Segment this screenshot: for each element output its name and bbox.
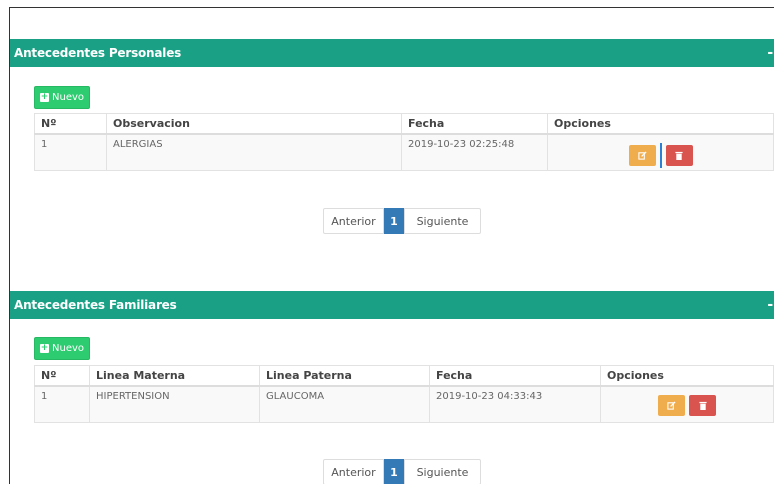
page-1-button[interactable]: 1: [384, 208, 404, 234]
plus-icon: +: [40, 92, 49, 102]
cell-actions: [547, 133, 774, 171]
cell-number: 1: [34, 385, 90, 423]
column-header[interactable]: Opciones: [600, 365, 774, 387]
edit-icon: [667, 400, 676, 410]
column-header[interactable]: Fecha: [429, 365, 601, 387]
prev-page-button[interactable]: Anterior: [323, 208, 384, 234]
edit-button[interactable]: [628, 144, 656, 166]
collapse-button[interactable]: -: [767, 39, 773, 67]
cell-paterna: GLAUCOMA: [259, 385, 430, 423]
column-header[interactable]: Linea Paterna: [259, 365, 430, 387]
panel-header-familiares[interactable]: Antecedentes Familiares -: [10, 291, 774, 319]
focus-indicator: [659, 142, 662, 168]
new-familiar-button[interactable]: + Nuevo: [34, 337, 91, 360]
plus-icon: +: [40, 343, 49, 353]
prev-page-button[interactable]: Anterior: [323, 459, 384, 484]
cell-number: 1: [34, 133, 107, 171]
panel-header-personales[interactable]: Antecedentes Personales -: [10, 39, 774, 67]
edit-button[interactable]: [658, 394, 685, 416]
personales-table: Nº Observacion Fecha Opciones 1 ALERGIAS…: [34, 113, 774, 171]
familiares-table: Nº Linea Materna Linea Paterna Fecha Opc…: [34, 365, 774, 423]
panel-title: Antecedentes Personales: [14, 46, 182, 60]
trash-icon: [698, 401, 707, 410]
column-header[interactable]: Opciones: [547, 113, 774, 135]
content-frame: Antecedentes Personales - + Nuevo Nº Obs…: [9, 7, 774, 484]
cell-materna: HIPERTENSION: [89, 385, 260, 423]
column-header[interactable]: Fecha: [401, 113, 548, 135]
next-page-button[interactable]: Siguiente: [404, 459, 481, 484]
column-header[interactable]: Observacion: [106, 113, 402, 135]
pagination-personales: Anterior 1 Siguiente: [323, 208, 481, 234]
column-header[interactable]: Nº: [34, 113, 107, 135]
cell-actions: [600, 385, 774, 423]
collapse-button[interactable]: -: [767, 291, 773, 319]
new-personal-button[interactable]: + Nuevo: [34, 86, 91, 109]
table-header-row: Nº Linea Materna Linea Paterna Fecha Opc…: [34, 365, 774, 387]
new-button-label: Nuevo: [52, 92, 85, 103]
page-1-button[interactable]: 1: [384, 459, 404, 484]
column-header[interactable]: Linea Materna: [89, 365, 260, 387]
table-row: 1 ALERGIAS 2019-10-23 02:25:48: [34, 133, 774, 171]
new-button-label: Nuevo: [52, 343, 85, 354]
table-header-row: Nº Observacion Fecha Opciones: [34, 113, 774, 135]
trash-icon: [675, 151, 683, 160]
delete-button[interactable]: [665, 144, 693, 166]
delete-button[interactable]: [689, 394, 716, 416]
table-row: 1 HIPERTENSION GLAUCOMA 2019-10-23 04:33…: [34, 385, 774, 423]
cell-fecha: 2019-10-23 04:33:43: [429, 385, 601, 423]
edit-icon: [637, 150, 647, 160]
pagination-familiares: Anterior 1 Siguiente: [323, 459, 481, 484]
next-page-button[interactable]: Siguiente: [404, 208, 481, 234]
cell-fecha: 2019-10-23 02:25:48: [401, 133, 548, 171]
panel-title: Antecedentes Familiares: [14, 298, 177, 312]
cell-observacion: ALERGIAS: [106, 133, 402, 171]
column-header[interactable]: Nº: [34, 365, 90, 387]
